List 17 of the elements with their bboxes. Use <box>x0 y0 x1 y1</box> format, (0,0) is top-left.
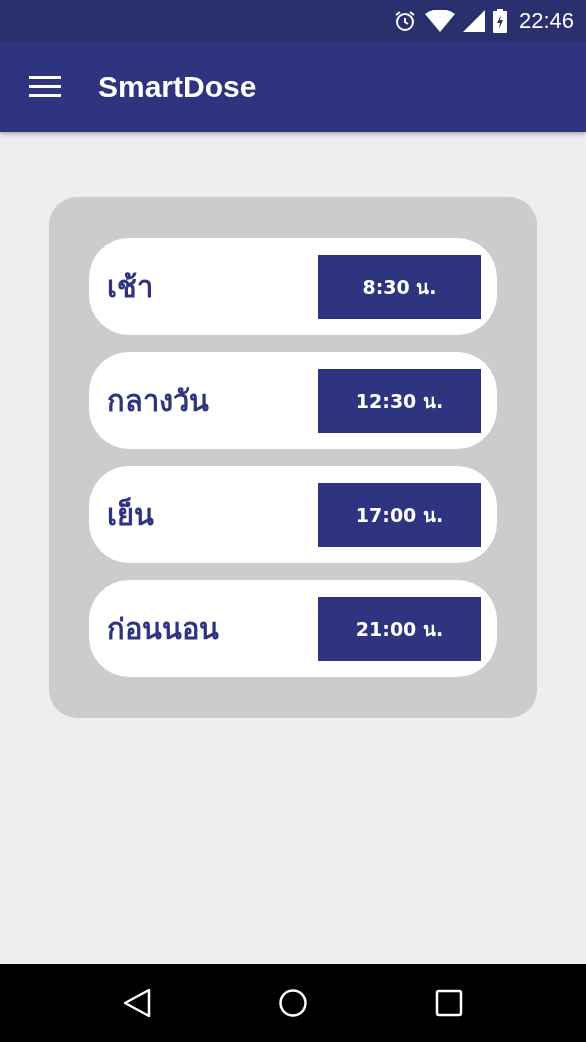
back-icon[interactable] <box>123 988 152 1018</box>
time-button[interactable]: 21:00 น. <box>318 596 481 661</box>
period-label: เย็น <box>107 496 154 534</box>
period-label: ก่อนนอน <box>107 610 219 648</box>
wifi-icon <box>424 10 455 32</box>
signal-icon <box>462 10 485 32</box>
menu-icon[interactable] <box>29 76 61 98</box>
time-button[interactable]: 8:30 น. <box>318 254 481 319</box>
clock-time: 22:46 <box>518 8 574 34</box>
period-label: กลางวัน <box>107 382 209 420</box>
home-icon[interactable] <box>278 988 308 1018</box>
period-label: เช้า <box>107 268 153 306</box>
battery-icon <box>492 9 507 33</box>
app-title: SmartDose <box>98 70 257 104</box>
recents-icon[interactable] <box>434 989 463 1017</box>
time-button[interactable]: 17:00 น. <box>318 482 481 547</box>
time-button[interactable]: 12:30 น. <box>318 368 481 433</box>
